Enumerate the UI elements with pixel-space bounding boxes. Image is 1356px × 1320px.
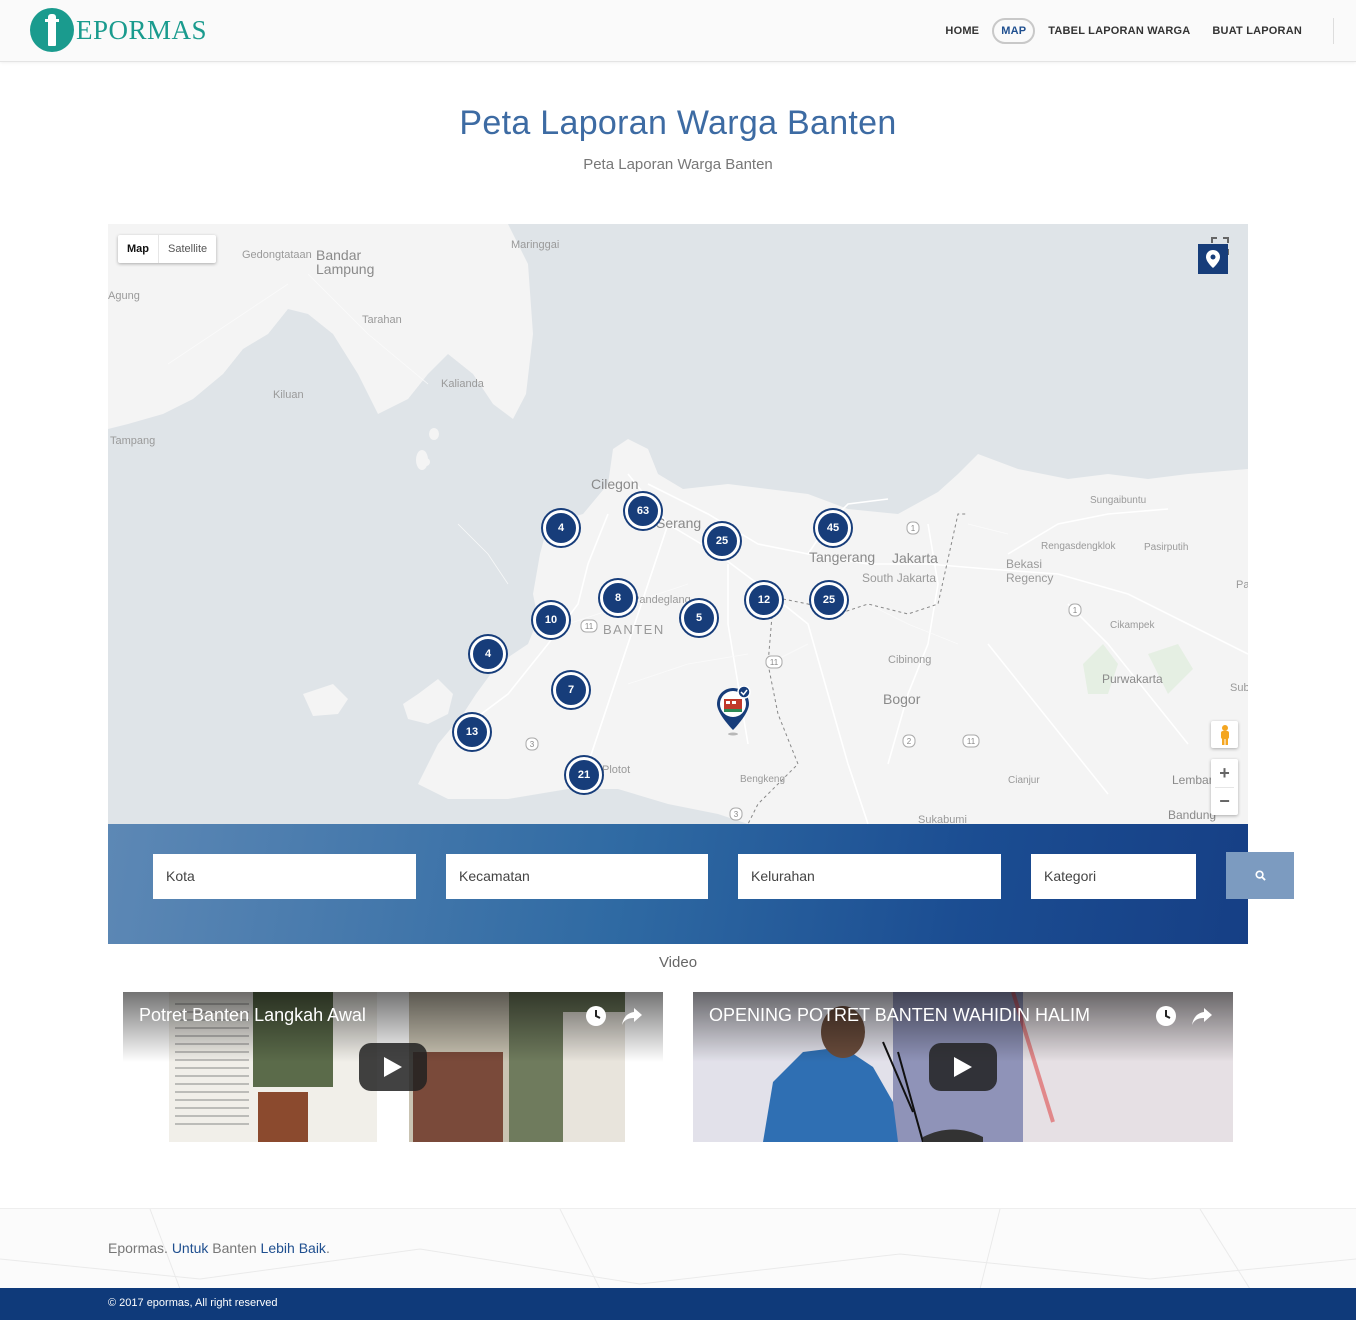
map-label: Cikampek (1110, 620, 1155, 631)
map-label: Kalianda (441, 378, 484, 390)
street-view-pegman-button[interactable] (1211, 721, 1238, 748)
map-label: Pa (1236, 579, 1248, 591)
page-title: Peta Laporan Warga Banten (459, 104, 897, 142)
logo[interactable]: EPORMAS (30, 8, 207, 52)
map-label: Sungaibuntu (1090, 495, 1147, 506)
map-cluster-marker[interactable]: 45 (815, 510, 851, 546)
map-cluster-marker[interactable]: 21 (566, 757, 602, 793)
map-cluster-marker[interactable]: 63 (625, 493, 661, 529)
map-label: Pandeglang (632, 594, 691, 606)
play-icon (954, 1057, 972, 1077)
map-cluster-marker[interactable]: 5 (681, 600, 717, 636)
share-icon[interactable] (620, 1005, 644, 1027)
video-title[interactable]: OPENING POTRET BANTEN WAHIDIN HALIM (709, 1005, 1090, 1026)
map-label: Agung (108, 290, 140, 302)
map-cluster-marker[interactable]: 12 (746, 582, 782, 618)
map-cluster-marker[interactable]: 25 (704, 523, 740, 559)
map-label: Jakarta (892, 550, 938, 566)
zoom-in-button[interactable]: + (1211, 759, 1238, 787)
map-cluster-marker[interactable]: 8 (600, 580, 636, 616)
watch-later-icon[interactable] (585, 1005, 607, 1027)
map-type-map-button[interactable]: Map (118, 235, 159, 263)
map-label: BANTEN (603, 622, 665, 637)
map-label: Bengkeng (740, 774, 786, 785)
map-cluster-marker[interactable]: 25 (811, 582, 847, 618)
map-label: Bandar Lampung (316, 247, 375, 277)
play-icon (384, 1057, 402, 1077)
video-title[interactable]: Potret Banten Langkah Awal (139, 1005, 366, 1026)
map-marker-icon (1206, 250, 1220, 268)
search-icon (1254, 870, 1266, 881)
map-cluster-marker[interactable]: 7 (553, 672, 589, 708)
watch-later-icon[interactable] (1155, 1005, 1177, 1027)
map-label: Tangerang (809, 549, 876, 565)
zoom-out-button[interactable]: − (1211, 787, 1238, 815)
copyright-text: © 2017 epormas, All right reserved (108, 1297, 278, 1309)
kecamatan-select[interactable]: Kecamatan (446, 854, 708, 899)
map-label: Plotot (602, 764, 631, 776)
tagline-part: . (325, 1240, 330, 1256)
footer-tagline: Epormas. Untuk Banten Lebih Baik. (108, 1240, 330, 1256)
zoom-control: + − (1211, 759, 1238, 815)
filter-bar: Kota Kecamatan Kelurahan Kategori (108, 824, 1248, 944)
kota-select[interactable]: Kota (153, 854, 416, 899)
share-icon[interactable] (1190, 1005, 1214, 1027)
page-subtitle: Peta Laporan Warga Banten (583, 156, 773, 173)
map-type-control: Map Satellite (118, 235, 217, 263)
nav-buat-laporan[interactable]: BUAT LAPORAN (1203, 18, 1311, 44)
main-nav: HOME MAP TABEL LAPORAN WARGA BUAT LAPORA… (932, 17, 1334, 45)
tower-logo-icon (30, 8, 74, 52)
video-player[interactable]: OPENING POTRET BANTEN WAHIDIN HALIM (693, 992, 1233, 1142)
map-label: Rengasdengklok (1041, 541, 1116, 552)
map-label: Gedongtataan (242, 249, 312, 261)
map-label: Purwakarta (1102, 672, 1163, 686)
map-label: Tarahan (362, 314, 402, 326)
map-type-satellite-button[interactable]: Satellite (159, 235, 216, 263)
tagline-part-highlight: Lebih Baik (260, 1240, 326, 1256)
footer: Epormas. Untuk Banten Lebih Baik. (0, 1208, 1356, 1288)
tagline-part-highlight: Untuk (171, 1240, 209, 1256)
map-label: Sukabumi (918, 814, 967, 824)
tagline-part: Banten (208, 1240, 261, 1256)
video-heading: Video (658, 954, 698, 971)
map-label: Tampang (110, 435, 156, 447)
report-marker-icon[interactable] (715, 686, 751, 736)
brand-name: EPORMAS (76, 14, 208, 45)
locate-me-button[interactable] (1198, 244, 1228, 274)
map-label: Cilegon (591, 476, 639, 492)
play-button[interactable] (929, 1043, 997, 1091)
nav-map[interactable]: MAP (992, 18, 1036, 44)
kelurahan-select[interactable]: Kelurahan (738, 854, 1001, 899)
map-label: Bandung (1168, 808, 1217, 822)
report-map[interactable]: Map Satellite Gedongtataan Bandar Lampun… (108, 224, 1248, 824)
map-cluster-marker[interactable]: 4 (543, 510, 579, 546)
video-player[interactable]: Potret Banten Langkah Awal (123, 992, 663, 1142)
map-label: Bekasi Regency (1006, 557, 1054, 585)
map-label: Pasirputih (1144, 542, 1189, 553)
pegman-icon (1220, 724, 1229, 745)
map-label: Cibinong (888, 654, 932, 666)
nav-tabel-laporan-warga[interactable]: TABEL LAPORAN WARGA (1039, 18, 1199, 44)
map-cluster-marker[interactable]: 13 (454, 714, 490, 750)
map-label: Cianjur (1008, 775, 1040, 786)
copyright-bar: © 2017 epormas, All right reserved (0, 1288, 1356, 1320)
map-label: Kiluan (273, 389, 304, 401)
map-label: Serang (656, 515, 702, 531)
map-label: Bogor (883, 691, 921, 707)
map-cluster-marker[interactable]: 4 (470, 636, 506, 672)
map-label: Maringgai (511, 239, 560, 251)
play-button[interactable] (359, 1043, 427, 1091)
map-label: Subang (1230, 682, 1248, 694)
nav-home[interactable]: HOME (936, 18, 988, 44)
tagline-part: Epormas. (108, 1240, 172, 1256)
map-cluster-marker[interactable]: 10 (533, 602, 569, 638)
nav-divider (1333, 18, 1334, 44)
kategori-select[interactable]: Kategori (1031, 854, 1196, 899)
header: EPORMAS HOME MAP TABEL LAPORAN WARGA BUA… (0, 0, 1356, 62)
map-label: South Jakarta (862, 571, 937, 585)
search-button[interactable] (1226, 852, 1294, 899)
